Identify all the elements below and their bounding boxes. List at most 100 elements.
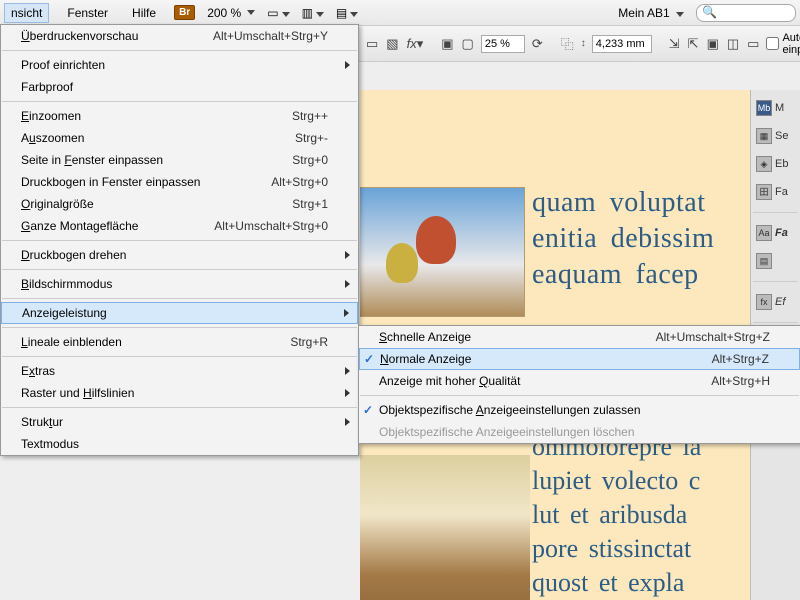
menu-item-label: Auszoomen xyxy=(21,131,255,145)
autofit-checkbox[interactable]: Automatisch einpassen xyxy=(766,32,800,56)
anzeigeleistung-item-2[interactable]: Anzeige mit hoher QualitätAlt+Strg+H xyxy=(359,370,800,392)
ansicht-menu-item-16[interactable]: Anzeigeleistung xyxy=(1,302,358,324)
menu-hilfe[interactable]: Hilfe xyxy=(126,4,162,22)
menu-item-label: Originalgröße xyxy=(21,197,252,211)
fit-content-icon[interactable]: ⇲ xyxy=(668,33,681,55)
menu-item-label: Druckbogen in Fenster einpassen xyxy=(21,175,231,189)
center-content-icon[interactable]: ▣ xyxy=(706,33,720,55)
panel-tab-6[interactable]: ▤ xyxy=(753,249,798,273)
chevron-down-icon xyxy=(247,10,255,15)
autofit-checkbox-input[interactable] xyxy=(766,37,779,50)
panel-label: Ef xyxy=(775,296,785,308)
panel-tab-3[interactable]: 田Fa xyxy=(753,180,798,204)
submenu-arrow-icon xyxy=(345,389,350,397)
panel-label: Eb xyxy=(775,158,788,170)
panel-label: Fa xyxy=(775,227,788,239)
ansicht-menu-item-24[interactable]: Textmodus xyxy=(1,433,358,455)
text-frame-icon[interactable]: ▢ xyxy=(461,33,475,55)
ansicht-menu-item-3[interactable]: Farbproof xyxy=(1,76,358,98)
panel-tab-1[interactable]: ▦Se xyxy=(753,124,798,148)
ansicht-menu-item-5[interactable]: Einzoomen Strg++ xyxy=(1,105,358,127)
ansicht-menu-item-12[interactable]: Druckbogen drehen xyxy=(1,244,358,266)
panel-tab-0[interactable]: MbM xyxy=(753,96,798,120)
anzeigeleistung-submenu: Schnelle Anzeige Alt+Umschalt+Strg+Z ✓Norm… xyxy=(358,325,800,444)
ansicht-menu-item-6[interactable]: Auszoomen Strg+- xyxy=(1,127,358,149)
check-icon: ✓ xyxy=(363,403,373,417)
document-image-balloons xyxy=(360,187,525,317)
text-boxed-icon[interactable]: ▣ xyxy=(440,33,454,55)
panel-icon: ▤ xyxy=(756,253,772,269)
chevron-down-icon xyxy=(676,12,684,17)
menu-shortcut: Strg++ xyxy=(292,109,328,123)
crop-icon[interactable]: ⿻ xyxy=(560,33,575,55)
search-icon: 🔍 xyxy=(702,5,717,19)
anzeigeleistung-item-1[interactable]: ✓Normale AnzeigeAlt+Strg+Z xyxy=(359,348,800,370)
menu-shortcut: Strg+1 xyxy=(292,197,328,211)
ansicht-menu-item-7[interactable]: Seite in Fenster einpassenStrg+0 xyxy=(1,149,358,171)
document-image-landscape xyxy=(360,455,530,600)
menu-item-label: Seite in Fenster einpassen xyxy=(21,153,252,167)
menu-item-label: Ganze Montagefläche xyxy=(21,219,174,233)
menu-item-label: Überdruckenvorschau xyxy=(21,29,173,43)
anzeigeleistung-item-0[interactable]: Schnelle Anzeige Alt+Umschalt+Strg+Z xyxy=(359,326,800,348)
submenu-arrow-icon xyxy=(345,61,350,69)
submenu-arrow-icon xyxy=(345,418,350,426)
percent-field[interactable] xyxy=(481,35,525,53)
check-icon: ✓ xyxy=(364,352,374,366)
menu-item-label: Lineale einblenden xyxy=(21,335,250,349)
panel-icon: ▦ xyxy=(756,128,772,144)
menubar: nsicht Fenster Hilfe Br 200 % ▭ ▥ ▤ Mein… xyxy=(0,0,800,26)
ansicht-menu-item-21[interactable]: Raster und Hilfslinien xyxy=(1,382,358,404)
anzeigeleistung-item-4[interactable]: ✓Objektspezifische Anzeigeeinstellungen … xyxy=(359,399,800,421)
ansicht-menu-item-14[interactable]: Bildschirmmodus xyxy=(1,273,358,295)
submenu-arrow-icon xyxy=(345,280,350,288)
ansicht-menu-item-23[interactable]: Struktur xyxy=(1,411,358,433)
fill-frame-icon[interactable]: ◫ xyxy=(726,33,740,55)
menu-shortcut: Alt+Strg+0 xyxy=(271,175,328,189)
ansicht-menu-item-10[interactable]: Ganze MontageflächeAlt+Umschalt+Strg+0 xyxy=(1,215,358,237)
button-icon[interactable]: ▭ xyxy=(365,33,379,55)
panel-icon: Mb xyxy=(756,100,772,116)
submenu-arrow-icon xyxy=(345,251,350,259)
menu-shortcut: Alt+Umschalt+Strg+Y xyxy=(213,29,328,43)
panel-tab-8[interactable]: fxEf xyxy=(753,290,798,314)
menu-shortcut: Strg+R xyxy=(290,335,328,349)
menu-shortcut: Alt+Umschalt+Strg+Z xyxy=(656,330,770,344)
panel-tab-2[interactable]: ◈Eb xyxy=(753,152,798,176)
ansicht-menu-item-20[interactable]: Extras xyxy=(1,360,358,382)
bridge-icon[interactable]: Br xyxy=(174,5,195,20)
screen-mode-icon[interactable]: ▭ xyxy=(267,6,289,20)
ansicht-menu-item-8[interactable]: Druckbogen in Fenster einpassen Alt+Strg+… xyxy=(1,171,358,193)
ansicht-menu-item-9[interactable]: Originalgröße Strg+1 xyxy=(1,193,358,215)
menu-fenster[interactable]: Fenster xyxy=(61,4,114,22)
menu-item-label: Einzoomen xyxy=(21,109,252,123)
ansicht-menu-item-18[interactable]: Lineale einblenden Strg+R xyxy=(1,331,358,353)
size-field[interactable] xyxy=(592,35,652,53)
image-icon[interactable]: ▧ xyxy=(385,33,399,55)
panel-label: Se xyxy=(775,130,788,142)
menu-ansicht[interactable]: nsicht xyxy=(4,3,49,23)
fx-icon[interactable]: fx▾ xyxy=(406,33,425,55)
ansicht-menu-item-2[interactable]: Proof einrichten xyxy=(1,54,358,76)
ansicht-menu-item-0[interactable]: Überdruckenvorschau Alt+Umschalt+Strg+Y xyxy=(1,25,358,47)
menu-item-label: Textmodus xyxy=(21,437,328,451)
fit-frame-icon[interactable]: ⇱ xyxy=(687,33,700,55)
panel-tab-5[interactable]: AaFa xyxy=(753,221,798,245)
menu-item-label: Schnelle Anzeige xyxy=(379,330,616,344)
menu-item-label: Raster und Hilfslinien xyxy=(21,386,328,400)
fit-prop-icon[interactable]: ▭ xyxy=(746,33,760,55)
workspace-dropdown[interactable]: Mein AB1 xyxy=(618,6,684,20)
refresh-icon[interactable]: ⟳ xyxy=(531,33,544,55)
anzeigeleistung-item-5: Objektspezifische Anzeigeeinstellungen l… xyxy=(359,421,800,443)
menu-shortcut: Strg+- xyxy=(295,131,328,145)
panel-icon: fx xyxy=(756,294,772,310)
view-options-icon[interactable]: ▤ xyxy=(336,6,358,20)
menu-shortcut: Alt+Strg+H xyxy=(711,374,770,388)
arrange-docs-icon[interactable]: ▥ xyxy=(302,6,324,20)
submenu-arrow-icon xyxy=(344,309,349,317)
zoom-field[interactable]: 200 % xyxy=(207,6,255,20)
size-stepper-icon: ↕ xyxy=(581,38,586,49)
menu-item-label: Anzeigeleistung xyxy=(22,306,327,320)
panel-icon: Aa xyxy=(756,225,772,241)
ansicht-menu: Überdruckenvorschau Alt+Umschalt+Strg+Y Pr… xyxy=(0,24,359,456)
